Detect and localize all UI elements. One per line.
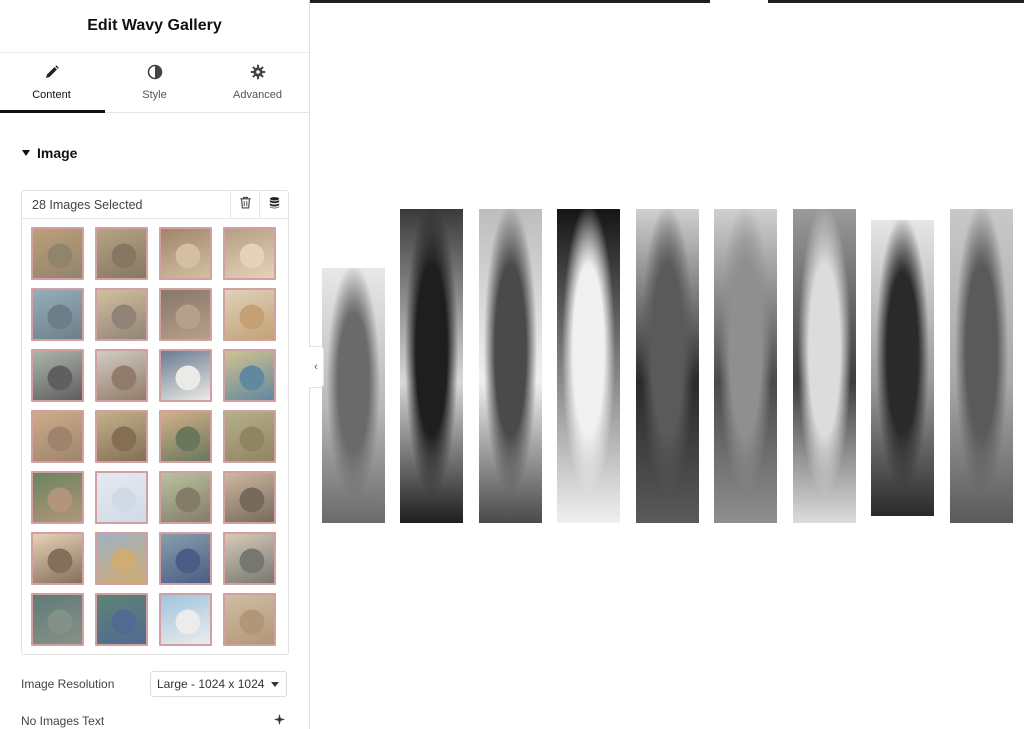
gallery-thumbnail[interactable] — [159, 349, 212, 402]
image-resolution-value: Large - 1024 x 1024 — [157, 677, 265, 691]
gallery-thumbnail[interactable] — [159, 410, 212, 463]
panel-tabs: Content Style Advanced — [0, 53, 309, 113]
ai-sparkle-icon[interactable] — [273, 713, 286, 729]
panel-title: Edit Wavy Gallery — [0, 0, 309, 53]
gallery-thumbnail[interactable] — [31, 410, 84, 463]
gallery-image-strip[interactable] — [636, 209, 699, 523]
gallery-thumbnail[interactable] — [95, 532, 148, 585]
gallery-count[interactable]: 28 Images Selected — [22, 191, 230, 218]
chevron-left-icon: ‹ — [314, 361, 318, 373]
image-resolution-label: Image Resolution — [21, 677, 115, 691]
gallery-image-strip[interactable] — [557, 209, 620, 523]
gallery-thumbnail[interactable] — [223, 593, 276, 646]
gallery-thumbnail[interactable] — [95, 227, 148, 280]
chevron-down-icon — [271, 681, 279, 687]
tab-style[interactable]: Style — [103, 53, 206, 112]
gallery-image-strip[interactable] — [871, 220, 934, 516]
gallery-thumbnail[interactable] — [31, 349, 84, 402]
pencil-icon — [44, 64, 60, 83]
gallery-thumbnail[interactable] — [223, 349, 276, 402]
gallery-thumbnail[interactable] — [95, 410, 148, 463]
tab-advanced[interactable]: Advanced — [206, 53, 309, 112]
gallery-thumbnail[interactable] — [95, 593, 148, 646]
editor-panel: Edit Wavy Gallery Content Style Advanced… — [0, 0, 310, 729]
image-resolution-select[interactable]: Large - 1024 x 1024 — [150, 671, 287, 697]
gallery-header: 28 Images Selected — [22, 191, 288, 219]
gallery-thumbnail[interactable] — [31, 288, 84, 341]
tab-style-label: Style — [142, 89, 167, 101]
gallery-thumbnail[interactable] — [31, 471, 84, 524]
section-image-toggle[interactable]: Image — [22, 145, 77, 161]
gallery-thumbnail[interactable] — [95, 471, 148, 524]
tab-content-label: Content — [32, 89, 71, 101]
trash-icon — [239, 196, 252, 214]
gallery-thumbnail[interactable] — [31, 227, 84, 280]
gallery-thumbnail[interactable] — [223, 410, 276, 463]
gallery-image-strip[interactable] — [479, 209, 542, 523]
gallery-image-strip[interactable] — [950, 209, 1013, 523]
active-tab-indicator — [0, 110, 105, 113]
gallery-thumbnail[interactable] — [159, 288, 212, 341]
gallery-thumbnail[interactable] — [159, 532, 212, 585]
gallery-thumbnail[interactable] — [159, 471, 212, 524]
caret-down-icon — [22, 150, 30, 156]
gallery-image-strip[interactable] — [322, 268, 385, 523]
database-icon — [268, 196, 281, 214]
thumbnail-grid — [31, 227, 276, 646]
gallery-image-strip[interactable] — [793, 209, 856, 523]
image-resolution-row: Image Resolution Large - 1024 x 1024 — [21, 671, 287, 697]
section-title: Image — [37, 145, 78, 161]
delete-gallery-button[interactable] — [230, 191, 259, 218]
gear-icon — [250, 64, 266, 83]
preview-top-bar — [310, 0, 710, 3]
half-circle-icon — [147, 64, 163, 83]
preview-top-bar — [768, 0, 1024, 3]
tab-content[interactable]: Content — [0, 53, 103, 112]
gallery-image-strip[interactable] — [714, 209, 777, 523]
gallery-thumbnail[interactable] — [31, 532, 84, 585]
gallery-thumbnail[interactable] — [159, 593, 212, 646]
tab-advanced-label: Advanced — [233, 89, 282, 101]
gallery-thumbnail[interactable] — [223, 532, 276, 585]
dynamic-tags-button[interactable] — [259, 191, 288, 218]
gallery-image-strip[interactable] — [400, 209, 463, 523]
gallery-thumbnail[interactable] — [95, 349, 148, 402]
gallery-thumbnail[interactable] — [31, 593, 84, 646]
gallery-thumbnail[interactable] — [95, 288, 148, 341]
no-images-text-row: No Images Text — [21, 713, 287, 729]
no-images-text-label: No Images Text — [21, 714, 105, 728]
gallery-thumbnail[interactable] — [223, 471, 276, 524]
gallery-thumbnail[interactable] — [223, 288, 276, 341]
collapse-panel-button[interactable]: ‹ — [309, 346, 324, 388]
gallery-thumbnail[interactable] — [223, 227, 276, 280]
gallery-control: 28 Images Selected — [21, 190, 289, 655]
gallery-thumbnail[interactable] — [159, 227, 212, 280]
